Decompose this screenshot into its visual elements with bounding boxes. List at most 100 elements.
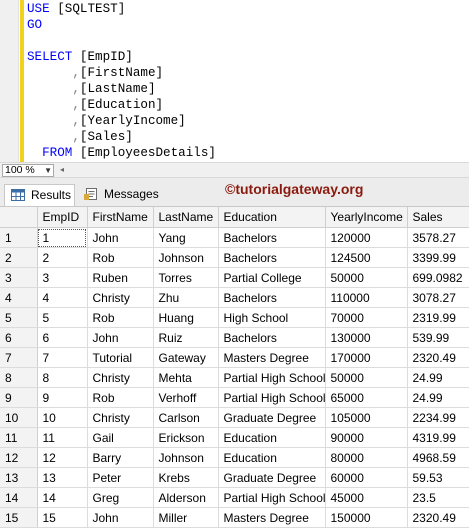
table-cell[interactable]: 170000 — [325, 347, 408, 368]
table-cell[interactable]: High School — [218, 307, 326, 328]
column-header[interactable]: LastName — [153, 207, 219, 228]
table-cell[interactable]: Education — [218, 427, 326, 448]
row-number[interactable]: 4 — [0, 287, 38, 308]
table-cell[interactable]: Bachelors — [218, 287, 326, 308]
column-header[interactable]: FirstName — [87, 207, 154, 228]
table-cell[interactable]: 110000 — [325, 287, 408, 308]
row-number[interactable]: 15 — [0, 507, 38, 528]
table-cell[interactable]: 699.0982 — [407, 267, 469, 288]
row-number[interactable]: 2 — [0, 247, 38, 268]
table-cell[interactable]: John — [87, 227, 154, 248]
table-cell[interactable]: 5 — [37, 307, 88, 328]
code-line[interactable]: SELECT [EmpID] — [27, 49, 216, 65]
row-number[interactable]: 6 — [0, 327, 38, 348]
table-row[interactable]: 6 6 John Ruiz Bachelors 130000 539.99 — [0, 327, 469, 348]
code-line[interactable]: GO — [27, 17, 216, 33]
table-cell[interactable]: 539.99 — [407, 327, 469, 348]
table-row[interactable]: 3 3 Ruben Torres Partial College 50000 699.098… — [0, 267, 469, 288]
table-cell[interactable]: 3078.27 — [407, 287, 469, 308]
table-row[interactable]: 10 10 Christy Carlson Graduate Degree 105000 2… — [0, 407, 469, 428]
table-cell[interactable]: 90000 — [325, 427, 408, 448]
table-cell[interactable]: Education — [218, 447, 326, 468]
code-line[interactable]: USE [SQLTEST] — [27, 1, 216, 17]
table-cell[interactable]: 24.99 — [407, 367, 469, 388]
table-cell[interactable]: 2319.99 — [407, 307, 469, 328]
table-cell[interactable]: 130000 — [325, 327, 408, 348]
table-cell[interactable]: Peter — [87, 467, 154, 488]
table-cell[interactable]: 15 — [37, 507, 88, 528]
table-cell[interactable]: John — [87, 327, 154, 348]
column-header[interactable]: YearlyIncome — [325, 207, 408, 228]
table-cell[interactable]: 14 — [37, 487, 88, 508]
table-cell[interactable]: Partial High School — [218, 367, 326, 388]
code-line[interactable]: ,[FirstName] — [27, 65, 216, 81]
scroll-left-icon[interactable]: ◂ — [60, 166, 68, 174]
column-header[interactable]: Education — [218, 207, 326, 228]
row-number[interactable]: 9 — [0, 387, 38, 408]
table-cell[interactable]: Zhu — [153, 287, 219, 308]
table-row[interactable]: 8 8 Christy Mehta Partial High School 50000 24… — [0, 367, 469, 388]
row-number[interactable]: 3 — [0, 267, 38, 288]
table-cell[interactable]: Gail — [87, 427, 154, 448]
table-cell[interactable]: Erickson — [153, 427, 219, 448]
table-row[interactable]: 2 2 Rob Johnson Bachelors 124500 3399.99 — [0, 247, 469, 268]
row-number[interactable]: 5 — [0, 307, 38, 328]
table-cell[interactable]: 3578.27 — [407, 227, 469, 248]
table-cell[interactable]: 70000 — [325, 307, 408, 328]
row-number[interactable]: 14 — [0, 487, 38, 508]
table-cell[interactable]: 23.5 — [407, 487, 469, 508]
sql-code[interactable]: USE [SQLTEST] GO SELECT [EmpID] ,[FirstNam… — [27, 1, 216, 161]
table-cell[interactable]: 120000 — [325, 227, 408, 248]
tab-results[interactable]: Results — [4, 184, 75, 206]
table-cell[interactable]: Greg — [87, 487, 154, 508]
row-number[interactable]: 1 — [0, 227, 38, 248]
table-cell[interactable]: 4 — [37, 287, 88, 308]
code-line[interactable]: ,[YearlyIncome] — [27, 113, 216, 129]
row-number[interactable]: 13 — [0, 467, 38, 488]
table-cell[interactable]: Tutorial — [87, 347, 154, 368]
table-cell[interactable]: Ruben — [87, 267, 154, 288]
row-number[interactable]: 11 — [0, 427, 38, 448]
table-cell[interactable]: Johnson — [153, 447, 219, 468]
table-cell[interactable]: 4968.59 — [407, 447, 469, 468]
table-cell[interactable]: Bachelors — [218, 247, 326, 268]
table-cell[interactable]: Rob — [87, 247, 154, 268]
table-row[interactable]: 11 11 Gail Erickson Education 90000 4319.99 — [0, 427, 469, 448]
row-number-header[interactable] — [0, 207, 38, 228]
table-cell[interactable]: Yang — [153, 227, 219, 248]
table-cell[interactable]: 11 — [37, 427, 88, 448]
table-cell[interactable]: Bachelors — [218, 227, 326, 248]
code-line[interactable]: ,[LastName] — [27, 81, 216, 97]
table-cell[interactable]: Partial High School — [218, 487, 326, 508]
table-row[interactable]: 5 5 Rob Huang High School 70000 2319.99 — [0, 307, 469, 328]
table-cell[interactable]: 65000 — [325, 387, 408, 408]
table-cell[interactable]: Gateway — [153, 347, 219, 368]
table-cell[interactable]: Mehta — [153, 367, 219, 388]
table-cell[interactable]: 13 — [37, 467, 88, 488]
table-cell[interactable]: Rob — [87, 387, 154, 408]
column-header[interactable]: Sales — [407, 207, 469, 228]
table-cell[interactable]: 4319.99 — [407, 427, 469, 448]
table-row[interactable]: 14 14 Greg Alderson Partial High School 45000… — [0, 487, 469, 508]
table-cell[interactable]: 3399.99 — [407, 247, 469, 268]
table-cell[interactable]: 50000 — [325, 267, 408, 288]
table-cell[interactable]: Carlson — [153, 407, 219, 428]
table-cell[interactable]: Partial High School — [218, 387, 326, 408]
zoom-select[interactable]: 100 % ▼ — [2, 164, 54, 177]
table-cell[interactable]: 150000 — [325, 507, 408, 528]
table-row[interactable]: 12 12 Barry Johnson Education 80000 4968.59 — [0, 447, 469, 468]
code-line[interactable]: ,[Education] — [27, 97, 216, 113]
table-cell[interactable]: 1 — [37, 227, 88, 248]
table-cell[interactable]: 2320.49 — [407, 347, 469, 368]
table-cell[interactable]: 12 — [37, 447, 88, 468]
table-cell[interactable]: Graduate Degree — [218, 407, 326, 428]
table-cell[interactable]: 60000 — [325, 467, 408, 488]
table-cell[interactable]: 45000 — [325, 487, 408, 508]
table-row[interactable]: 15 15 John Miller Masters Degree 150000 2320.4… — [0, 507, 469, 528]
table-cell[interactable]: 6 — [37, 327, 88, 348]
tab-messages[interactable]: Messages — [78, 184, 159, 206]
table-cell[interactable]: 3 — [37, 267, 88, 288]
table-cell[interactable]: 124500 — [325, 247, 408, 268]
sql-editor[interactable]: USE [SQLTEST] GO SELECT [EmpID] ,[FirstNam… — [0, 0, 469, 162]
table-cell[interactable]: Barry — [87, 447, 154, 468]
